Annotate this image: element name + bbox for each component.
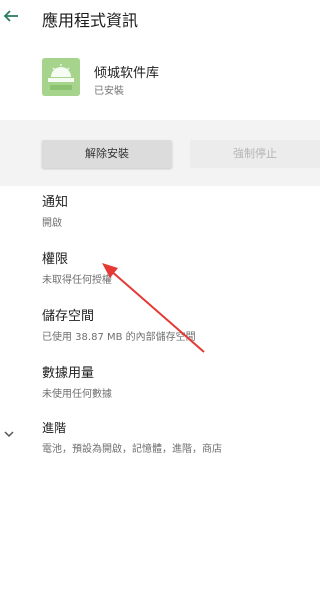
- pref-title: 進階: [42, 421, 67, 435]
- page-title: 應用程式資訊: [42, 11, 139, 30]
- app-logo-icon: [42, 58, 80, 96]
- pref-summary: 未取得任何授權: [42, 275, 112, 286]
- action-bar: 解除安裝 強制停止: [0, 120, 320, 186]
- pref-title: 權限: [42, 252, 69, 267]
- pref-summary: 開啟: [42, 218, 62, 229]
- pref-data-usage[interactable]: 數據用量 未使用任何數據: [42, 362, 112, 400]
- app-install-status: 已安裝: [94, 86, 124, 97]
- pref-summary: 未使用任何數據: [42, 389, 112, 400]
- pref-permissions[interactable]: 權限 未取得任何授權: [42, 248, 112, 286]
- arrow-back-icon[interactable]: [2, 6, 22, 26]
- pref-title: 通知: [42, 195, 69, 210]
- pref-title: 數據用量: [42, 366, 95, 381]
- pref-summary: 電池，預設為開啟，記憶體，進階，商店: [42, 444, 222, 455]
- pref-summary: 已使用 38.87 MB 的內部儲存空間: [42, 332, 196, 343]
- pref-title: 儲存空間: [42, 309, 95, 324]
- app-bar: 應用程式資訊: [0, 0, 320, 40]
- pref-storage[interactable]: 儲存空間 已使用 38.87 MB 的內部儲存空間: [42, 305, 196, 343]
- pref-advanced[interactable]: 進階 電池，預設為開啟，記憶體，進階，商店: [42, 419, 222, 455]
- pref-notifications[interactable]: 通知 開啟: [42, 191, 68, 229]
- uninstall-button[interactable]: 解除安裝: [42, 140, 172, 168]
- chevron-down-icon[interactable]: [2, 427, 16, 441]
- app-name: 倾城软件库: [94, 66, 160, 81]
- force-stop-button[interactable]: 強制停止: [190, 140, 320, 168]
